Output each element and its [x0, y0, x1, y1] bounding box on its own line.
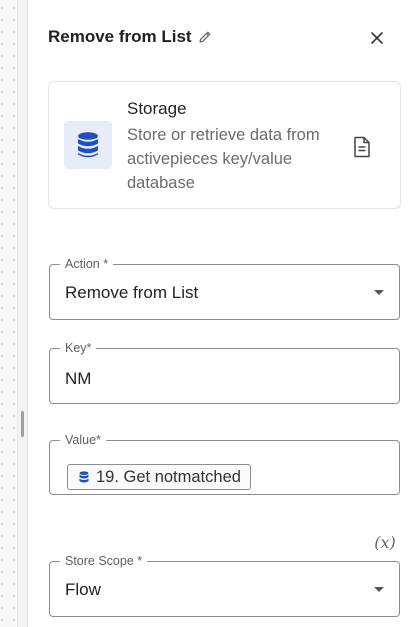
- action-select[interactable]: Action * Remove from List: [49, 256, 400, 320]
- action-value: Remove from List: [65, 283, 199, 302]
- dynamic-value-toggle[interactable]: (x): [373, 533, 397, 553]
- piece-info-card: Storage Store or retrieve data from acti…: [48, 81, 401, 209]
- close-icon[interactable]: [366, 27, 388, 49]
- resize-handle[interactable]: [21, 411, 24, 437]
- step-title[interactable]: Remove from List: [48, 27, 192, 47]
- document-icon[interactable]: [352, 136, 372, 158]
- value-field[interactable]: Value* 19. Get notmatched: [49, 432, 400, 495]
- panel-header: Remove from List: [48, 26, 212, 48]
- pencil-icon[interactable]: [198, 30, 212, 44]
- store-scope-value: Flow: [65, 580, 101, 599]
- chevron-down-icon[interactable]: [374, 587, 384, 592]
- key-label: Key*: [60, 340, 97, 356]
- key-value[interactable]: NM: [65, 369, 91, 389]
- store-scope-select[interactable]: Store Scope * Flow: [49, 553, 400, 617]
- key-field[interactable]: Key* NM: [49, 340, 400, 404]
- piece-description: Store or retrieve data from activepieces…: [127, 126, 320, 192]
- store-scope-label: Store Scope *: [60, 553, 148, 569]
- flow-canvas-edge: [0, 0, 17, 627]
- step-settings-panel: Remove from List Storage Store or retrie…: [28, 0, 414, 627]
- database-icon: [79, 470, 89, 483]
- chevron-down-icon[interactable]: [374, 290, 384, 295]
- chip-label: 19. Get notmatched: [96, 467, 241, 486]
- data-reference-chip[interactable]: 19. Get notmatched: [67, 464, 251, 490]
- piece-name: Storage: [127, 99, 187, 118]
- database-icon: [64, 121, 112, 169]
- panel-divider[interactable]: [17, 0, 28, 627]
- value-label: Value*: [60, 432, 106, 448]
- action-label: Action *: [60, 256, 114, 272]
